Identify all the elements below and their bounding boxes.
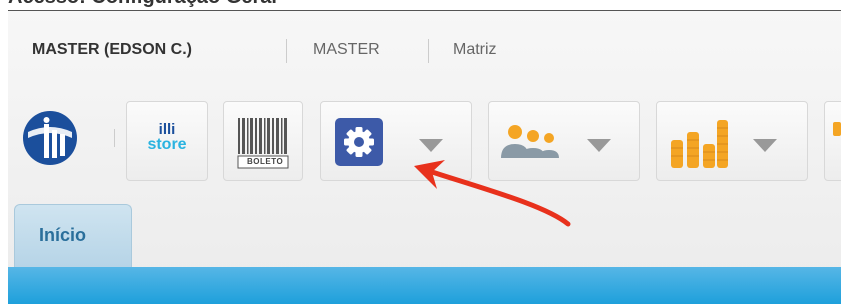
tab-label: Início (39, 225, 87, 245)
finance-menu-button[interactable] (656, 101, 808, 181)
branch-name[interactable]: Matriz (453, 41, 497, 59)
illi-store-icon: illi store (141, 121, 193, 153)
boleto-label: BOLETO (247, 157, 284, 166)
more-menu-button[interactable] (824, 101, 841, 181)
toolbar-divider (114, 129, 115, 147)
tab-inicio[interactable]: Início (14, 204, 132, 267)
header-divider (286, 39, 287, 63)
settings-menu-button[interactable] (320, 101, 472, 181)
tenant-name[interactable]: MASTER (313, 41, 380, 59)
chevron-down-icon[interactable] (587, 139, 611, 152)
illi-logo[interactable] (22, 110, 78, 166)
boleto-button[interactable]: BOLETO (223, 101, 303, 181)
chevron-down-icon[interactable] (753, 139, 777, 152)
header-divider (428, 39, 429, 63)
partial-icon (833, 122, 841, 136)
user-name[interactable]: MASTER (EDSON C.) (32, 41, 192, 59)
caption-text: Acesso: Configuração Geral (8, 0, 277, 9)
header-bar: MASTER (EDSON C.) MASTER Matriz (8, 11, 841, 85)
store-label-illi: illi (158, 121, 176, 138)
page-caption: Acesso: Configuração Geral (0, 0, 841, 10)
users-icon (501, 125, 559, 158)
coins-chart-icon (671, 120, 728, 168)
illi-store-button[interactable]: illi store (126, 101, 208, 181)
content-header-bar (8, 267, 841, 304)
tab-bar: Início (8, 204, 841, 267)
store-label-store: store (147, 136, 187, 153)
gear-icon (335, 118, 383, 166)
chevron-down-icon[interactable] (419, 139, 443, 152)
app-window: MASTER (EDSON C.) MASTER Matriz illi sto… (8, 10, 841, 304)
users-menu-button[interactable] (488, 101, 640, 181)
